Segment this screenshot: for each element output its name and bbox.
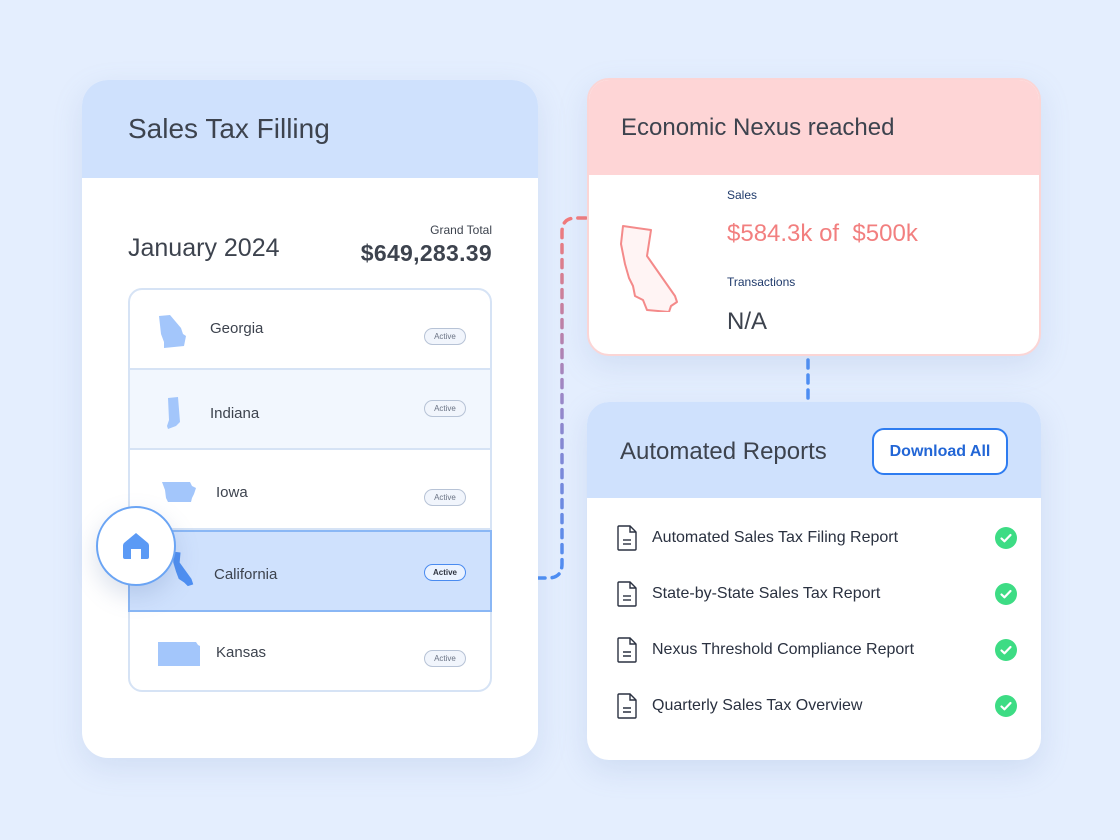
status-badge: Active: [424, 564, 466, 581]
check-circle-icon: [995, 639, 1017, 661]
filing-card-title: Sales Tax Filling: [128, 113, 330, 144]
state-list: Georgia Active Indiana Active Iowa Activ…: [128, 288, 492, 692]
automated-reports-card: Automated Reports Download All Automated…: [587, 402, 1041, 760]
transactions-value: N/A: [727, 308, 768, 335]
status-badge: Active: [424, 328, 466, 345]
report-name: Automated Sales Tax Filing Report: [652, 529, 899, 546]
reports-card-title: Automated Reports: [620, 438, 827, 465]
document-icon: [617, 637, 637, 663]
reports-card-header: Automated Reports Download All: [587, 402, 1041, 498]
state-name: Iowa: [216, 484, 248, 501]
report-item[interactable]: State-by-State Sales Tax Report: [617, 579, 1017, 609]
sales-label: Sales: [727, 188, 758, 202]
iowa-map-icon: [162, 482, 196, 502]
report-item[interactable]: Quarterly Sales Tax Overview: [617, 691, 1017, 721]
georgia-map-icon: [159, 315, 186, 348]
state-name: Indiana: [210, 405, 260, 422]
grand-total-label: Grand Total: [430, 223, 492, 237]
kansas-map-icon: [158, 642, 200, 666]
document-icon: [617, 525, 637, 551]
nexus-card-header: Economic Nexus reached: [589, 80, 1039, 175]
status-badge: Active: [424, 400, 466, 417]
check-circle-icon: [995, 527, 1017, 549]
check-circle-icon: [995, 695, 1017, 717]
grand-total-value: $649,283.39: [360, 240, 492, 266]
document-icon: [617, 693, 637, 719]
report-name: State-by-State Sales Tax Report: [652, 585, 881, 602]
state-row-california[interactable]: California Active: [128, 530, 492, 612]
state-name: California: [214, 566, 278, 583]
state-row-kansas[interactable]: Kansas Active: [130, 612, 490, 692]
sales-value: $584.3k of $500k: [727, 220, 918, 247]
nexus-card-title: Economic Nexus reached: [621, 113, 895, 141]
filing-card-header: Sales Tax Filling: [82, 80, 538, 178]
state-name: Kansas: [216, 644, 267, 661]
period-summary: January 2024 Grand Total $649,283.39: [128, 220, 492, 270]
report-item[interactable]: Nexus Threshold Compliance Report: [617, 635, 1017, 665]
period-label: January 2024: [128, 234, 280, 262]
home-button[interactable]: [96, 506, 176, 586]
economic-nexus-card: Economic Nexus reached Sales $584.3k of …: [587, 78, 1041, 356]
california-outline-icon: [620, 225, 678, 312]
transactions-label: Transactions: [727, 275, 796, 289]
report-name: Nexus Threshold Compliance Report: [652, 641, 915, 658]
state-row-iowa[interactable]: Iowa Active: [130, 450, 490, 530]
state-row-indiana[interactable]: Indiana Active: [130, 370, 490, 450]
indiana-map-icon: [167, 397, 180, 429]
state-name: Georgia: [210, 320, 264, 337]
document-icon: [617, 581, 637, 607]
download-all-button[interactable]: Download All: [872, 428, 1008, 475]
state-row-georgia[interactable]: Georgia Active: [130, 290, 490, 370]
check-circle-icon: [995, 583, 1017, 605]
status-badge: Active: [424, 650, 466, 667]
sales-tax-filing-card: Sales Tax Filling January 2024 Grand Tot…: [82, 80, 538, 758]
report-name: Quarterly Sales Tax Overview: [652, 697, 863, 714]
home-icon: [123, 533, 149, 559]
report-item[interactable]: Automated Sales Tax Filing Report: [617, 523, 1017, 553]
status-badge: Active: [424, 489, 466, 506]
